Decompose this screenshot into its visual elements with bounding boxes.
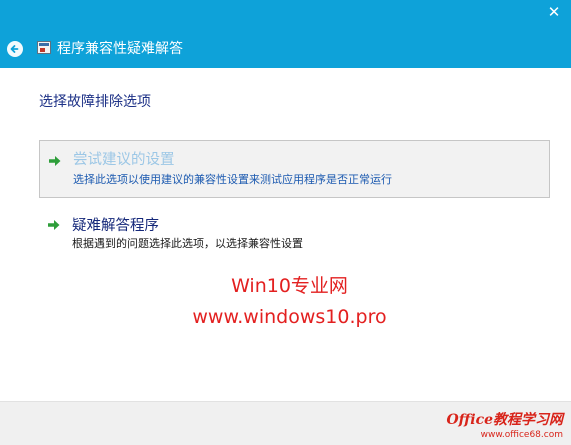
watermark-line-2: www.windows10.pro — [192, 306, 387, 328]
green-arrow-icon — [48, 220, 60, 230]
back-button[interactable] — [7, 41, 23, 57]
option-description: 选择此选项以使用建议的兼容性设置来测试应用程序是否正常运行 — [73, 173, 392, 186]
site-badge: Office教程学习网 www.office68.com — [446, 411, 563, 441]
title-bar: ✕ 程序兼容性疑难解答 — [0, 0, 571, 68]
option-title: 尝试建议的设置 — [73, 152, 175, 168]
footer-bar: Office教程学习网 www.office68.com — [0, 401, 571, 445]
back-arrow-icon — [10, 45, 19, 53]
option-description: 根据遇到的问题选择此选项，以选择兼容性设置 — [72, 237, 303, 250]
watermark-line-1: Win10专业网 — [231, 275, 348, 297]
green-arrow-icon — [49, 156, 61, 166]
badge-url: www.office68.com — [480, 430, 563, 440]
troubleshooter-app-icon — [37, 41, 51, 54]
option-try-recommended-settings[interactable]: 尝试建议的设置 选择此选项以使用建议的兼容性设置来测试应用程序是否正常运行 — [39, 140, 550, 198]
close-icon: ✕ — [547, 3, 561, 21]
option-troubleshoot-program[interactable]: 疑难解答程序 根据遇到的问题选择此选项，以选择兼容性设置 — [39, 212, 550, 256]
option-title: 疑难解答程序 — [72, 218, 159, 234]
window-title: 程序兼容性疑难解答 — [57, 41, 183, 57]
close-button[interactable]: ✕ — [539, 0, 569, 24]
badge-title: Office教程学习网 — [446, 412, 563, 428]
page-heading: 选择故障排除选项 — [39, 94, 151, 110]
